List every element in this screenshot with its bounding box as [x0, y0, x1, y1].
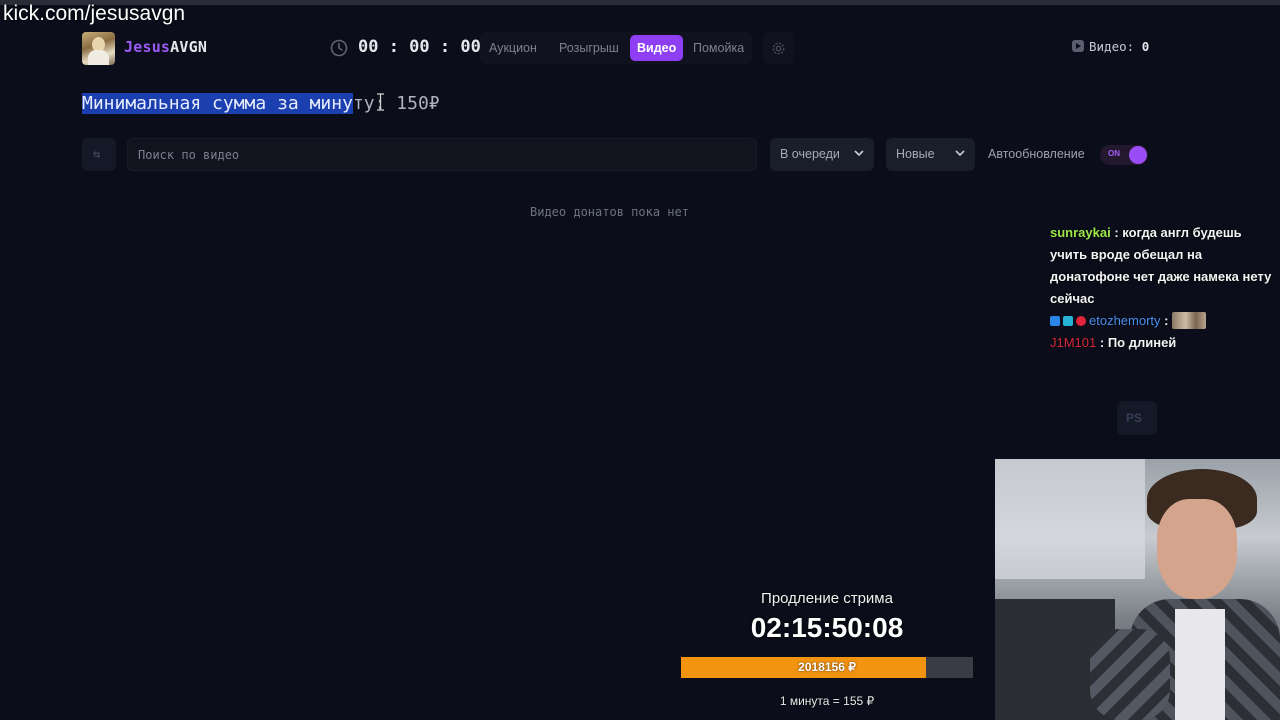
badge-icon	[1050, 316, 1060, 326]
stream-extend-progress: 2018156 ₽	[681, 657, 973, 678]
gear-icon	[772, 42, 785, 55]
tab-trash[interactable]: Помойка	[686, 35, 751, 61]
brand-title: JesusAVGN	[124, 38, 207, 56]
badge-icon	[1076, 316, 1086, 326]
brand-part-2: AVGN	[170, 38, 208, 56]
badge-icon	[1063, 316, 1073, 326]
chevron-down-icon	[854, 150, 864, 157]
min-sum-heading: Минимальная сумма за минуту: 150₽	[82, 93, 440, 114]
stream-extend-amount: 2018156 ₽	[798, 660, 856, 674]
toggle-knob	[1129, 146, 1147, 164]
video-count-label: Видео:	[1089, 39, 1135, 54]
chat-message: sunraykai : когда англ будешь учить врод…	[1050, 225, 1272, 306]
stream-extend-timer: 02:15:50:08	[750, 612, 904, 643]
session-timer: 00 : 00 : 00	[358, 37, 481, 57]
stream-extend-rate: 1 минута = 155 ₽	[779, 694, 875, 708]
avatar[interactable]	[82, 32, 115, 65]
sort-dropdown[interactable]: Новые	[886, 138, 975, 171]
autoupdate-label: Автообновление	[988, 147, 1085, 161]
tab-auction[interactable]: Аукцион	[482, 35, 544, 61]
settings-button[interactable]	[763, 32, 794, 64]
refresh-icon: ⇆	[93, 147, 101, 161]
search-field[interactable]	[127, 138, 757, 171]
chevron-down-icon	[955, 150, 965, 157]
channel-url-watermark: kick.com/jesusavgn	[3, 2, 186, 25]
stream-chat: sunraykai : когда англ будешь учить врод…	[1050, 222, 1275, 354]
autoupdate-toggle[interactable]: ON	[1100, 145, 1148, 165]
min-sum-selected-text: Минимальная сумма за мину	[82, 93, 353, 114]
text-cursor-icon	[377, 93, 384, 111]
ps-icon: PS	[1117, 401, 1157, 435]
brand-part-1: Jesus	[124, 38, 171, 56]
chat-message: etozhemorty :	[1050, 310, 1275, 332]
toggle-state-label: ON	[1108, 149, 1120, 158]
clock-icon	[330, 39, 348, 57]
min-sum-rest-text: ту: 150₽	[352, 93, 440, 114]
chat-username: sunraykai	[1050, 225, 1111, 240]
cat-emote-icon	[1172, 312, 1207, 329]
chat-text: По длиней	[1107, 335, 1177, 350]
status-filter-dropdown[interactable]: В очереди	[770, 138, 874, 171]
search-input[interactable]	[128, 139, 756, 170]
status-filter-label: В очереди	[780, 147, 840, 161]
stream-extend-title: Продление стрима	[761, 590, 893, 607]
tab-video[interactable]: Видео	[630, 35, 684, 61]
chat-username: J1M101	[1050, 335, 1097, 350]
video-count-value: 0	[1141, 39, 1150, 54]
tab-giveaway[interactable]: Розыгрыш	[552, 35, 626, 61]
webcam-feed	[995, 459, 1280, 720]
empty-state-message: Видео донатов пока нет	[530, 205, 689, 219]
chat-message: J1M101 : По длиней	[1050, 335, 1177, 350]
chat-username: etozhemorty	[1089, 313, 1161, 328]
video-count: Видео: 0	[1072, 39, 1149, 54]
sort-label: Новые	[896, 147, 935, 161]
refresh-button[interactable]: ⇆	[82, 138, 116, 171]
play-icon	[1072, 40, 1084, 52]
top-border	[0, 0, 1280, 5]
